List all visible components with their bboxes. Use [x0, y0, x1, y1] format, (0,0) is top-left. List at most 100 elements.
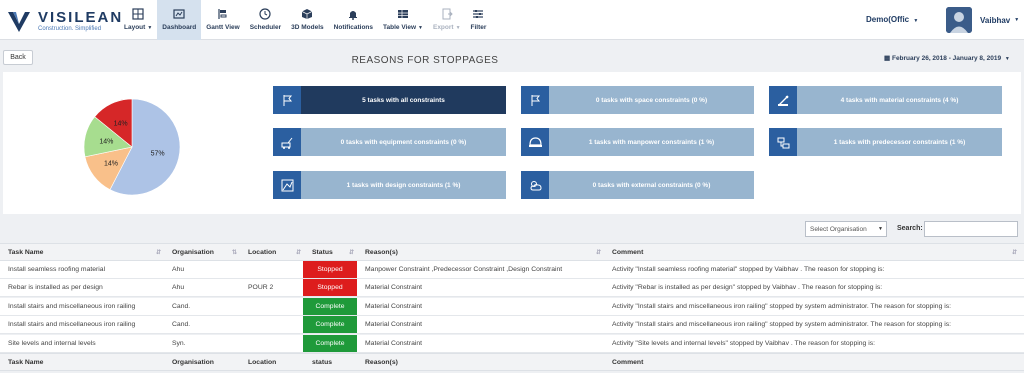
column-header[interactable]: status — [312, 354, 364, 370]
nav-item-3d-models[interactable]: 3D Models — [286, 0, 329, 40]
constraint-card[interactable]: 5 tasks with all constraints — [273, 86, 506, 114]
sort-icon[interactable]: ⇅ — [232, 249, 237, 256]
sort-icon[interactable]: ⇵ — [349, 249, 354, 256]
nav-item-table-view[interactable]: Table View ▼ — [378, 0, 428, 40]
organisation-menu-label: Demo(Offic — [866, 15, 910, 24]
constraint-card[interactable]: 0 tasks with external constraints (0 %) — [521, 171, 754, 199]
chevron-down-icon: ▼ — [878, 226, 883, 232]
user-avatar-icon — [946, 7, 972, 33]
equipment-icon-glyph — [281, 137, 292, 149]
constraint-card[interactable]: 0 tasks with equipment constraints (0 %) — [273, 128, 506, 156]
sort-icon[interactable]: ⇵ — [1012, 249, 1017, 256]
nav-item-scheduler[interactable]: Scheduler — [245, 0, 286, 40]
weather-icon-glyph — [529, 180, 542, 190]
search-input[interactable] — [924, 221, 1018, 237]
table-cell: Activity "Install seamless roofing mater… — [612, 266, 885, 273]
table-cell: Rebar is installed as per design — [8, 284, 103, 292]
nav-item-dashboard[interactable]: Dashboard — [157, 0, 202, 40]
table-header-row: Task Name ⇵ Organisation ⇅ Location ⇵ Status ⇵ R… — [0, 243, 1024, 261]
constraint-card[interactable]: 1 tasks with predecessor constraints (1 … — [769, 128, 1002, 156]
nav-item-label-row: Table View ▼ — [383, 24, 423, 31]
avatar — [946, 7, 972, 33]
sort-icon[interactable]: ⇵ — [156, 249, 161, 256]
table-cell — [248, 298, 308, 315]
organisation-filter-value: Select Organisation — [810, 225, 867, 233]
page-title: REASONS FOR STOPPAGES — [351, 55, 499, 66]
table-cell — [248, 335, 308, 352]
nav-item-layout[interactable]: Layout ▼ — [119, 0, 157, 40]
column-header[interactable]: Comment — [612, 354, 1022, 370]
user-menu[interactable]: Vaibhav ▼ — [946, 6, 1019, 34]
column-header[interactable]: Task Name — [8, 354, 168, 370]
table-cell: POUR 2 — [248, 284, 274, 292]
organisation-menu[interactable]: Demo(Offic ▼ — [866, 15, 918, 24]
constraint-card-label: 1 tasks with manpower constraints (1 %) — [588, 138, 715, 146]
table-cell: Ahu — [172, 284, 185, 292]
nav-item-export[interactable]: Export ▼ — [428, 0, 466, 40]
table-cell — [248, 316, 308, 333]
chevron-down-icon: ▼ — [147, 24, 153, 31]
constraint-card[interactable]: 1 tasks with design constraints (1 %) — [273, 171, 506, 199]
bell-icon — [349, 11, 358, 20]
table-cell: Activity "Site levels and internal level… — [612, 339, 875, 347]
visilean-logo[interactable]: VISILEAN Construction. Simplified — [6, 6, 126, 34]
user-name: Vaibhav — [980, 15, 1011, 25]
column-header[interactable]: Location — [248, 354, 308, 370]
constraint-card[interactable]: 0 tasks with space constraints (0 %) — [521, 86, 754, 114]
pie-slice-label: 57% — [151, 151, 165, 158]
table-row[interactable]: Rebar is installed as per design Ahu POUR … — [0, 279, 1024, 298]
table-row[interactable]: Install stairs and miscellaneous iron ra… — [0, 316, 1024, 335]
nav-item-label: Dashboard — [162, 24, 197, 31]
status-badge: Complete — [303, 316, 357, 334]
material-icon — [769, 86, 797, 114]
flag-icon — [273, 86, 301, 114]
table-row[interactable]: Site levels and internal levels Syn. Compl… — [0, 334, 1024, 353]
predecessor-icon-glyph — [777, 137, 789, 148]
column-header[interactable]: Comment — [612, 244, 1022, 260]
column-header[interactable]: Status — [312, 244, 364, 260]
table-row[interactable]: Install stairs and miscellaneous iron ra… — [0, 297, 1024, 316]
nav-item-filter[interactable]: Filter — [466, 0, 492, 40]
table-cell: Cand. — [172, 302, 191, 310]
organisation-filter-select[interactable]: Select Organisation ▼ — [805, 221, 887, 237]
stoppage-pie-chart: 57% 14% 14% 14% — [83, 98, 181, 196]
nav-item-notifications[interactable]: Notifications — [329, 0, 378, 40]
nav-item-label: Export — [432, 24, 454, 31]
date-range-picker[interactable]: ▦ February 26, 2018 - January 8, 2019 ▼ — [884, 54, 1010, 62]
table-cell: Activity "Install stairs and miscellaneo… — [612, 321, 952, 329]
table-row[interactable]: Install seamless roofing material Ahu Stop… — [0, 261, 1024, 279]
clock-icon — [259, 8, 272, 20]
status-badge: Complete — [303, 297, 357, 315]
predecessor-icon — [769, 128, 797, 156]
column-header[interactable]: Reason(s) — [365, 354, 605, 370]
column-header[interactable]: Reason(s) — [365, 244, 605, 260]
column-header[interactable]: Organisation — [172, 354, 244, 370]
table-cell: Install stairs and miscellaneous iron ra… — [8, 321, 136, 329]
nav-item-gantt-view[interactable]: Gantt View — [201, 0, 244, 40]
date-range-label: February 26, 2018 - January 8, 2019 — [891, 55, 1002, 62]
status-badge: Complete — [303, 334, 357, 352]
cube-icon — [302, 9, 313, 19]
table-cell: Ahu — [172, 266, 185, 273]
table-cell: Material Constraint — [365, 302, 423, 310]
dashboard-icon — [173, 9, 185, 19]
table-cell: Syn. — [172, 339, 186, 347]
pie-slice-label: 14% — [114, 121, 128, 128]
table-cell: Manpower Constraint ,Predecessor Constra… — [365, 266, 563, 273]
column-header[interactable]: Task Name — [8, 244, 168, 260]
constraint-card[interactable]: 1 tasks with manpower constraints (1 %) — [521, 128, 754, 156]
nav-item-label: Filter — [470, 24, 487, 31]
constraint-card[interactable]: 4 tasks with material constraints (4 %) — [769, 86, 1002, 114]
pie-slice-label: 14% — [99, 138, 113, 145]
filter-icon — [473, 10, 484, 18]
helmet-icon-glyph — [528, 136, 542, 147]
table-cell: Install seamless roofing material — [8, 266, 106, 273]
pie-slice-label: 14% — [104, 160, 118, 167]
gantt-icon — [218, 9, 227, 19]
sort-icon[interactable]: ⇵ — [596, 249, 601, 256]
status-badge: Stopped — [303, 279, 357, 297]
logo-mark-icon — [8, 12, 30, 32]
helmet-icon — [521, 128, 549, 156]
nav-item-label: Table View — [383, 24, 417, 31]
sort-icon[interactable]: ⇵ — [296, 249, 301, 256]
